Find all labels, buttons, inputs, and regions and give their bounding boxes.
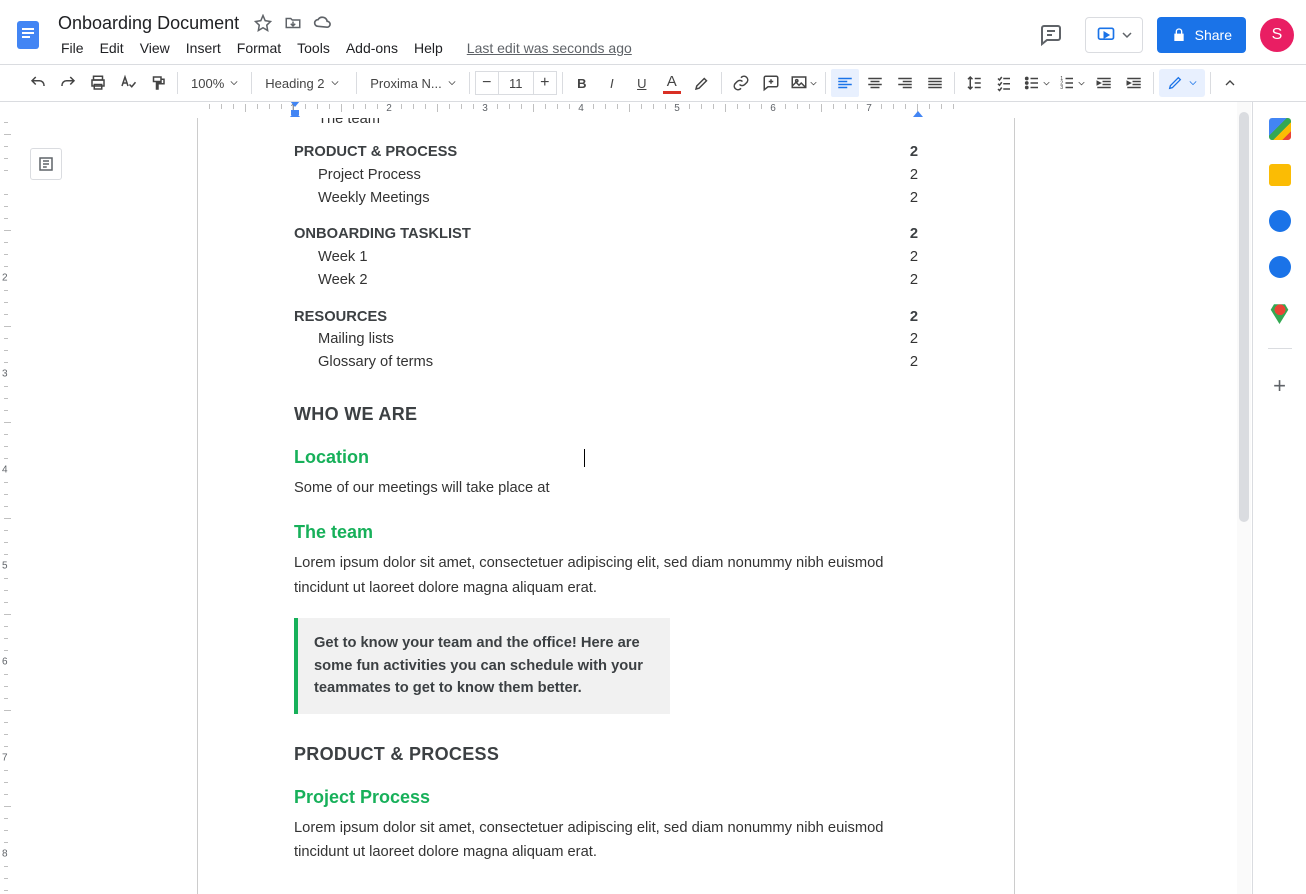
doc-title[interactable]: Onboarding Document bbox=[54, 11, 243, 36]
add-comment-button[interactable] bbox=[757, 69, 785, 97]
menu-addons[interactable]: Add-ons bbox=[339, 37, 405, 59]
comments-icon[interactable] bbox=[1031, 15, 1071, 55]
title-area: Onboarding Document File Edit View Inser… bbox=[54, 10, 1031, 60]
scrollbar-track[interactable] bbox=[1237, 102, 1251, 894]
font-size-increase[interactable]: + bbox=[533, 71, 557, 95]
cloud-status-icon[interactable] bbox=[313, 13, 333, 33]
checklist-button[interactable] bbox=[990, 69, 1018, 97]
redo-button[interactable] bbox=[54, 69, 82, 97]
toolbar: 100% Heading 2 Proxima N... − 11 + B I U… bbox=[0, 64, 1306, 102]
editing-mode-button[interactable] bbox=[1159, 69, 1205, 97]
insert-image-button[interactable] bbox=[787, 69, 820, 97]
align-center-button[interactable] bbox=[861, 69, 889, 97]
keep-icon[interactable] bbox=[1269, 164, 1291, 186]
menu-file[interactable]: File bbox=[54, 37, 91, 59]
callout-text: Get to know your team and the office! He… bbox=[314, 632, 654, 700]
heading-product-process: PRODUCT & PROCESS bbox=[294, 744, 918, 765]
paragraph: Lorem ipsum dolor sit amet, consectetuer… bbox=[294, 551, 918, 600]
toc-section[interactable]: ONBOARDING TASKLIST2 bbox=[294, 223, 918, 246]
font-select[interactable]: Proxima N... bbox=[362, 69, 464, 97]
toc-item[interactable]: Week 12 bbox=[294, 246, 918, 269]
avatar[interactable]: S bbox=[1260, 18, 1294, 52]
font-size-value[interactable]: 11 bbox=[499, 71, 533, 95]
insert-link-button[interactable] bbox=[727, 69, 755, 97]
toc-section[interactable]: RESOURCES2 bbox=[294, 306, 918, 329]
calendar-icon[interactable] bbox=[1269, 118, 1291, 140]
horizontal-ruler[interactable]: 1234567 bbox=[52, 102, 1252, 118]
align-justify-button[interactable] bbox=[921, 69, 949, 97]
decrease-indent-button[interactable] bbox=[1090, 69, 1118, 97]
print-button[interactable] bbox=[84, 69, 112, 97]
share-button[interactable]: Share bbox=[1157, 17, 1246, 53]
side-panel: + bbox=[1252, 102, 1306, 894]
undo-button[interactable] bbox=[24, 69, 52, 97]
scrollbar-thumb[interactable] bbox=[1239, 112, 1249, 522]
share-label: Share bbox=[1195, 27, 1232, 43]
toc-item: The team bbox=[294, 118, 918, 127]
paragraph: Lorem ipsum dolor sit amet, consectetuer… bbox=[294, 816, 918, 865]
present-button[interactable] bbox=[1085, 17, 1143, 53]
contacts-icon[interactable] bbox=[1269, 256, 1291, 278]
paragraph: Some of our meetings will take place at bbox=[294, 476, 918, 500]
toc-section[interactable]: PRODUCT & PROCESS2 bbox=[294, 141, 918, 164]
header: Onboarding Document File Edit View Inser… bbox=[0, 0, 1306, 64]
editor-main: 1234567 2345678 The team PRODUCT & PROCE… bbox=[0, 102, 1252, 894]
heading-project-process: Project Process bbox=[294, 787, 918, 808]
zoom-select[interactable]: 100% bbox=[183, 69, 246, 97]
text-cursor bbox=[584, 449, 585, 467]
italic-button[interactable]: I bbox=[598, 69, 626, 97]
chevron-down-icon bbox=[1122, 30, 1132, 40]
heading-location: Location bbox=[294, 447, 918, 468]
menu-format[interactable]: Format bbox=[230, 37, 288, 59]
align-left-button[interactable] bbox=[831, 69, 859, 97]
side-panel-separator bbox=[1268, 348, 1292, 349]
increase-indent-button[interactable] bbox=[1120, 69, 1148, 97]
collapse-toolbar-button[interactable] bbox=[1216, 69, 1244, 97]
right-indent[interactable] bbox=[913, 111, 923, 117]
align-right-button[interactable] bbox=[891, 69, 919, 97]
toc-item[interactable]: Weekly Meetings2 bbox=[294, 187, 918, 210]
lock-icon bbox=[1171, 27, 1187, 43]
bulleted-list-button[interactable] bbox=[1020, 69, 1053, 97]
paint-format-button[interactable] bbox=[144, 69, 172, 97]
toc-item[interactable]: Glossary of terms2 bbox=[294, 351, 918, 374]
menu-edit[interactable]: Edit bbox=[93, 37, 131, 59]
tasks-icon[interactable] bbox=[1269, 210, 1291, 232]
heading-the-team: The team bbox=[294, 522, 918, 543]
vertical-ruler[interactable]: 2345678 bbox=[0, 118, 14, 894]
toc-item[interactable]: Mailing lists2 bbox=[294, 328, 918, 351]
document-page[interactable]: The team PRODUCT & PROCESS2Project Proce… bbox=[197, 118, 1015, 894]
toc-item[interactable]: Project Process2 bbox=[294, 164, 918, 187]
pencil-icon bbox=[1167, 75, 1183, 91]
svg-text:3: 3 bbox=[1060, 85, 1063, 91]
menu-tools[interactable]: Tools bbox=[290, 37, 337, 59]
get-addons-button[interactable]: + bbox=[1273, 373, 1286, 399]
last-edit-link[interactable]: Last edit was seconds ago bbox=[460, 37, 639, 59]
numbered-list-button[interactable]: 123 bbox=[1055, 69, 1088, 97]
menu-help[interactable]: Help bbox=[407, 37, 450, 59]
text-color-button[interactable]: A bbox=[658, 69, 686, 97]
heading-who-we-are: WHO WE ARE bbox=[294, 404, 918, 425]
font-size-stepper: − 11 + bbox=[475, 71, 557, 95]
first-line-indent[interactable] bbox=[290, 102, 300, 107]
star-icon[interactable] bbox=[253, 13, 273, 33]
docs-logo[interactable] bbox=[8, 15, 48, 55]
line-spacing-button[interactable] bbox=[960, 69, 988, 97]
maps-icon[interactable] bbox=[1269, 302, 1291, 324]
menu-bar: File Edit View Insert Format Tools Add-o… bbox=[54, 36, 1031, 60]
highlight-button[interactable] bbox=[688, 69, 716, 97]
style-select[interactable]: Heading 2 bbox=[257, 69, 351, 97]
bold-button[interactable]: B bbox=[568, 69, 596, 97]
callout-box: Get to know your team and the office! He… bbox=[294, 618, 670, 714]
underline-button[interactable]: U bbox=[628, 69, 656, 97]
font-size-decrease[interactable]: − bbox=[475, 71, 499, 95]
toc-item[interactable]: Week 22 bbox=[294, 269, 918, 292]
spellcheck-button[interactable] bbox=[114, 69, 142, 97]
move-icon[interactable] bbox=[283, 13, 303, 33]
menu-view[interactable]: View bbox=[133, 37, 177, 59]
menu-insert[interactable]: Insert bbox=[179, 37, 228, 59]
